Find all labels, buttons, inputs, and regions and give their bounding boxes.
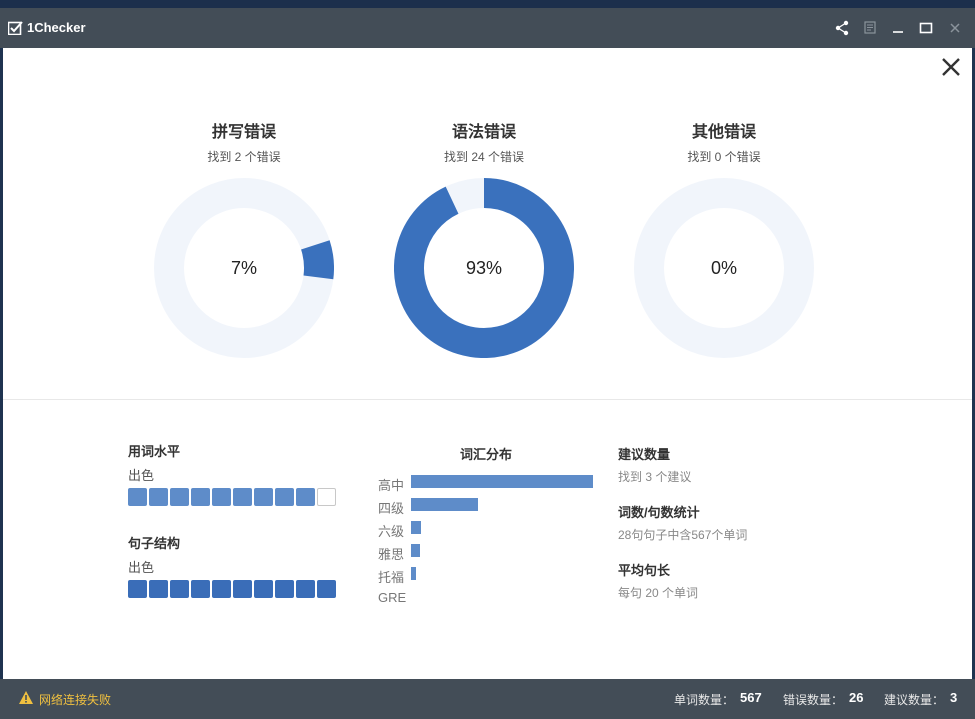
sentence-structure-value: 出色 [128,560,155,575]
sentence-structure-segment [296,580,315,598]
word-count-label: 单词数量： [674,693,735,707]
maximize-button[interactable] [916,18,936,38]
vocab-label: 高中 [378,478,405,493]
vocab-distribution-title: 词汇分布 [459,447,512,462]
grammar-errors-gauge: 语法错误 找到 24 个错误 93% [364,118,604,368]
sentence-structure-segment [128,580,147,598]
sentence-structure-segment [233,580,252,598]
sentence-structure-meter [128,580,336,598]
minimize-icon [893,31,903,33]
word-level-segment [296,488,315,506]
gauge-percent: 7% [230,258,257,278]
suggestions-value: 找到 3 个建议 [618,470,692,484]
network-error-message[interactable]: 网络连接失败 [39,691,111,708]
sentence-structure-segment [275,580,294,598]
gauge-percent: 0% [710,258,737,278]
word-level-segment [233,488,252,506]
word-sentence-count-value: 28句句子中含567个单词 [618,528,748,542]
avg-sentence-length-heading: 平均句长 [618,563,671,578]
share-icon [835,20,849,36]
word-sentence-count-heading: 词数/句数统计 [618,505,700,520]
vocab-bar [411,498,478,511]
vocab-bar [411,544,420,557]
word-level-segment [128,488,147,506]
close-icon [942,58,960,76]
sentence-structure-segment [212,580,231,598]
vocab-bar [411,475,593,488]
error-count-value: 26 [849,690,864,705]
word-level-segment [212,488,231,506]
report-panel: 拼写错误 找到 2 个错误 7% 语法错误 找到 24 个错误 93% 其他错误… [3,48,972,679]
word-level-segment [191,488,210,506]
word-count-value: 567 [740,690,762,705]
maximize-icon [919,22,933,34]
vocab-row: GRE [378,587,608,610]
minimize-button[interactable] [888,18,908,38]
word-level-meter [128,488,336,506]
sentence-structure-segment [191,580,210,598]
vocab-label: 六级 [378,524,405,539]
notes-button[interactable] [860,18,880,38]
word-level-segment [275,488,294,506]
notes-icon [864,21,876,34]
sentence-structure-segment [170,580,189,598]
gauge-title: 拼写错误 [211,124,276,141]
word-level-segment [149,488,168,506]
section-divider [3,399,972,400]
gauge-subtitle: 找到 2 个错误 [207,150,281,164]
share-button[interactable] [832,18,852,38]
vocab-bar [411,567,416,580]
window-close-icon [950,23,960,33]
word-level-segment [317,488,336,506]
sentence-structure-heading: 句子结构 [128,536,181,551]
gauge-subtitle: 找到 24 个错误 [443,150,525,164]
spelling-errors-gauge: 拼写错误 找到 2 个错误 7% [124,118,364,368]
warning-icon [19,691,33,704]
gauge-title: 语法错误 [451,124,516,141]
status-bar: 网络连接失败 单词数量： 567 错误数量： 26 建议数量： 3 [0,679,975,719]
sentence-structure-segment [317,580,336,598]
vocab-bar [411,521,421,534]
title-bar: 1Checker [0,8,975,48]
word-level-heading: 用词水平 [128,444,181,459]
vocab-label: 托福 [378,570,405,585]
vocab-label: 雅思 [378,547,405,562]
word-level-segment [170,488,189,506]
app-title: 1Checker [27,20,86,35]
avg-sentence-length-value: 每句 20 个单词 [618,586,699,600]
gauge-percent: 93% [465,258,503,278]
suggestion-count-label: 建议数量： [884,693,945,707]
error-count-label: 错误数量： [783,693,844,707]
vocab-label: 四级 [378,501,405,516]
other-errors-gauge: 其他错误 找到 0 个错误 0% [604,118,844,368]
vocab-row: 托福 [378,564,608,587]
panel-close-button[interactable] [939,55,963,79]
vocab-row: 雅思 [378,541,608,564]
gauge-subtitle: 找到 0 个错误 [687,150,761,164]
vocab-row: 四级 [378,495,608,518]
gauge-title: 其他错误 [691,124,756,141]
sentence-structure-segment [254,580,273,598]
window-close-button[interactable] [945,18,965,38]
word-level-segment [254,488,273,506]
suggestion-count-value: 3 [950,690,958,705]
top-strip [0,0,975,8]
vocab-label: GRE [378,590,407,605]
checkbox-logo-icon [8,21,23,35]
sentence-structure-segment [149,580,168,598]
vocab-row: 高中 [378,472,608,495]
vocab-row: 六级 [378,518,608,541]
suggestions-heading: 建议数量 [618,447,671,462]
word-level-value: 出色 [128,468,155,483]
